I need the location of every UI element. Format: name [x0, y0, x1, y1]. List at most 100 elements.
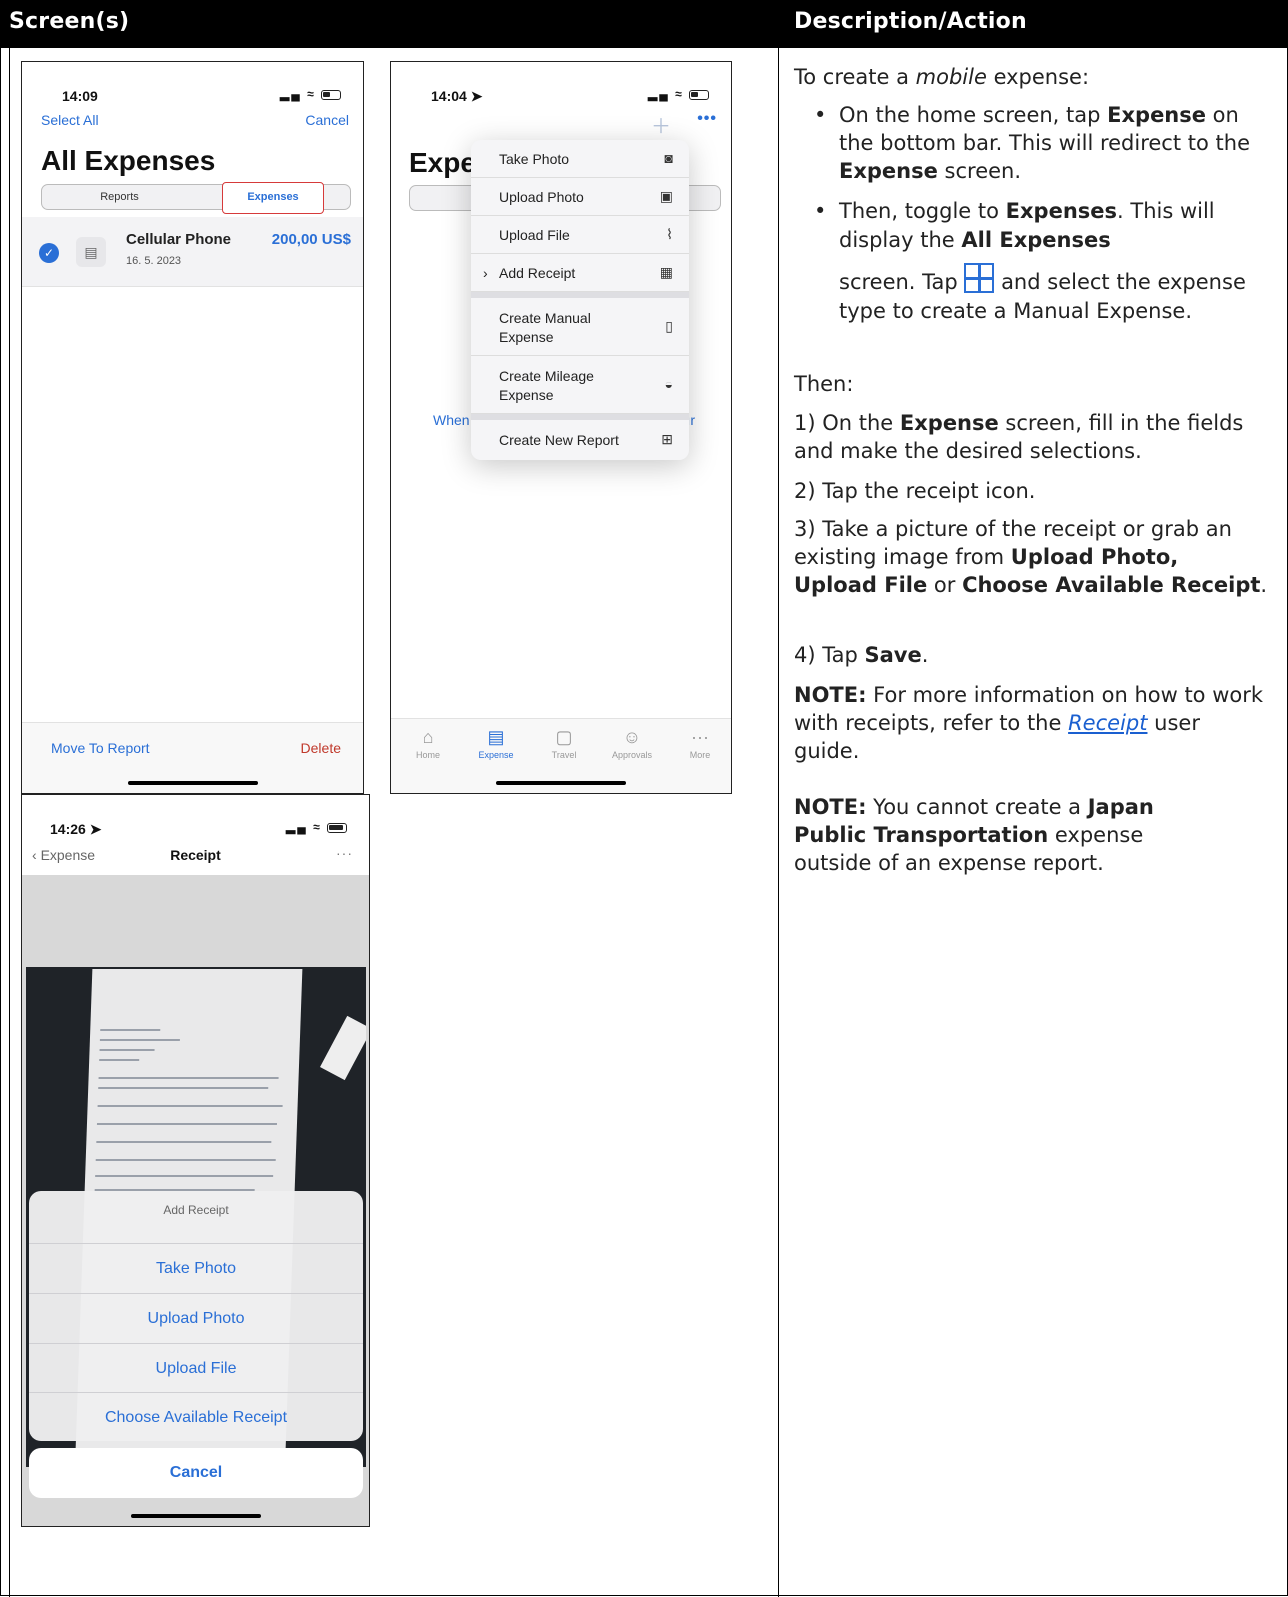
- home-indicator: [130, 1514, 261, 1518]
- signal-wifi-battery-icon: ▂▄ ≈: [648, 87, 709, 101]
- background-title: Expe: [409, 147, 476, 178]
- checkmark-icon[interactable]: ✓: [39, 243, 59, 263]
- home-icon: ⌂: [422, 727, 434, 747]
- expense-amount: 200,00 US$: [271, 231, 351, 248]
- plus-icon: [964, 263, 995, 293]
- tab-label: Approvals: [611, 750, 653, 760]
- expense-row[interactable]: ✓ ▤ Cellular Phone 200,00 US$ 16. 5. 202…: [22, 217, 363, 287]
- menu-label: Upload Photo: [499, 189, 584, 205]
- menu-item-add-receipt[interactable]: › Add Receipt ▦: [471, 254, 689, 292]
- plus-icon[interactable]: ＋: [651, 110, 671, 139]
- tab-expenses[interactable]: Expenses: [222, 182, 324, 214]
- receipt-guide-link[interactable]: Receipt: [1068, 711, 1147, 735]
- background-text: When: [433, 412, 470, 428]
- tab-expense[interactable]: ▤ Expense: [462, 727, 530, 760]
- tab-label: Travel: [551, 750, 577, 760]
- menu-label: Create Manual: [499, 310, 591, 326]
- home-indicator: [127, 781, 258, 785]
- nav-title: Receipt: [170, 847, 221, 863]
- menu-item-create-mileage-expense[interactable]: Create Mileage Expense ◒: [471, 356, 689, 414]
- table-header: Screen(s) Description/Action: [1, 1, 1288, 48]
- menu-item-create-new-report[interactable]: Create New Report ⊞: [471, 420, 689, 460]
- more-icon[interactable]: ···: [336, 845, 353, 861]
- select-all-button[interactable]: Select All: [41, 112, 99, 128]
- step-4: 4) Tap Save.: [794, 643, 929, 667]
- phone-all-expenses: 14:09 ▂▄ ≈ Select All Cancel All Expense…: [21, 61, 364, 794]
- left-border: [9, 48, 10, 1597]
- status-time: 14:04 ➤: [431, 88, 483, 104]
- tab-reports[interactable]: Reports: [42, 191, 197, 203]
- step-1: 1) On the Expense screen, fill in the fi…: [794, 411, 1244, 463]
- take-photo-option[interactable]: Take Photo: [29, 1243, 363, 1293]
- move-to-report-button[interactable]: Move To Report: [51, 740, 150, 756]
- paperclip-icon: ⌇: [666, 226, 673, 242]
- speedometer-icon: ◒: [664, 376, 673, 392]
- column-divider: [778, 48, 779, 1597]
- suitcase-icon: ▢: [555, 727, 573, 747]
- menu-label-line2: Expense: [499, 329, 554, 345]
- phone-expense-menu: 14:04 ➤ ▂▄ ≈ ＋ ••• Expe When ır Take Pho…: [390, 61, 732, 794]
- receipt-doc-icon: ▤: [76, 237, 106, 267]
- menu-label: Create New Report: [499, 432, 619, 448]
- tab-travel[interactable]: ▢ Travel: [530, 727, 598, 760]
- status-bar: 14:09 ▂▄ ≈: [22, 62, 363, 108]
- phone-receipt-sheet: 14:26 ➤ ▂▄ ≈ ‹ Expense Receipt ··· Add R…: [21, 794, 370, 1527]
- receipt-add-icon: ▦: [659, 264, 673, 280]
- create-menu: Take Photo ◙ Upload Photo ▣ Upload File …: [471, 140, 689, 460]
- status-time: 14:26 ➤: [50, 821, 102, 837]
- note-receipt: NOTE: For more information on how to wor…: [794, 683, 1264, 763]
- menu-label: Create Mileage: [499, 368, 594, 384]
- step-2: 2) Tap the receipt icon.: [794, 479, 1036, 503]
- then-label: Then:: [794, 372, 854, 396]
- menu-item-upload-file[interactable]: Upload File ⌇: [471, 216, 689, 254]
- segmented-control: Reports Expenses: [41, 182, 351, 214]
- note-japan: NOTE: You cannot create a Japan Public T…: [794, 795, 1154, 875]
- header-screens: Screen(s): [9, 9, 130, 34]
- status-bar: 14:04 ➤ ▂▄ ≈: [391, 62, 731, 108]
- tab-more[interactable]: ··· More: [666, 727, 731, 760]
- paper-curl: [320, 1015, 366, 1081]
- document-icon: ▯: [665, 318, 673, 334]
- nav-bar: ‹ Expense Receipt ···: [22, 841, 369, 875]
- camera-icon: ◙: [664, 150, 673, 166]
- signal-wifi-battery-icon: ▂▄ ≈: [286, 820, 347, 834]
- expense-card-icon: ▤: [487, 727, 505, 747]
- document-table: Screen(s) Description/Action 14:09 ▂▄ ≈ …: [0, 0, 1288, 1597]
- person-check-icon: ☺: [622, 727, 642, 747]
- upload-photo-option[interactable]: Upload Photo: [29, 1293, 363, 1343]
- report-add-icon: ⊞: [661, 431, 673, 447]
- tab-home[interactable]: ⌂ Home: [394, 727, 462, 760]
- step-3: 3) Take a picture of the receipt or grab…: [794, 517, 1268, 597]
- home-indicator: [496, 781, 626, 785]
- chevron-right-icon: ›: [483, 265, 488, 281]
- status-time: 14:09: [62, 88, 98, 104]
- upload-file-option[interactable]: Upload File: [29, 1343, 363, 1393]
- menu-item-create-manual-expense[interactable]: Create Manual Expense ▯: [471, 298, 689, 356]
- choose-available-receipt-option[interactable]: Choose Available Receipt: [29, 1392, 363, 1441]
- menu-item-take-photo[interactable]: Take Photo ◙: [471, 140, 689, 178]
- tab-label: Home: [415, 750, 440, 760]
- tab-approvals[interactable]: ☺ Approvals: [598, 727, 666, 760]
- intro-line: To create a mobile expense:: [794, 65, 1090, 89]
- menu-label: Add Receipt: [499, 265, 576, 281]
- tab-label: More: [689, 750, 711, 760]
- menu-label: Take Photo: [499, 151, 570, 167]
- cancel-button[interactable]: Cancel: [29, 1448, 363, 1498]
- delete-button[interactable]: Delete: [301, 740, 341, 756]
- signal-wifi-battery-icon: ▂▄ ≈: [280, 87, 341, 101]
- add-receipt-sheet: Add Receipt Take Photo Upload Photo Uplo…: [29, 1191, 363, 1441]
- page-title: All Expenses: [41, 145, 216, 176]
- more-dots-icon: ···: [691, 727, 709, 747]
- header-description: Description/Action: [794, 9, 1027, 34]
- sheet-title: Add Receipt: [163, 1203, 229, 1217]
- image-icon: ▣: [659, 188, 673, 204]
- menu-item-upload-photo[interactable]: Upload Photo ▣: [471, 178, 689, 216]
- menu-label-line2: Expense: [499, 387, 554, 403]
- cancel-button[interactable]: Cancel: [305, 112, 349, 128]
- more-icon[interactable]: •••: [697, 110, 717, 128]
- expense-name: Cellular Phone: [126, 231, 232, 248]
- expense-date: 16. 5. 2023: [126, 255, 182, 267]
- status-bar: 14:26 ➤ ▂▄ ≈: [22, 795, 369, 841]
- tab-label: Expense: [478, 750, 514, 760]
- menu-label: Upload File: [499, 227, 570, 243]
